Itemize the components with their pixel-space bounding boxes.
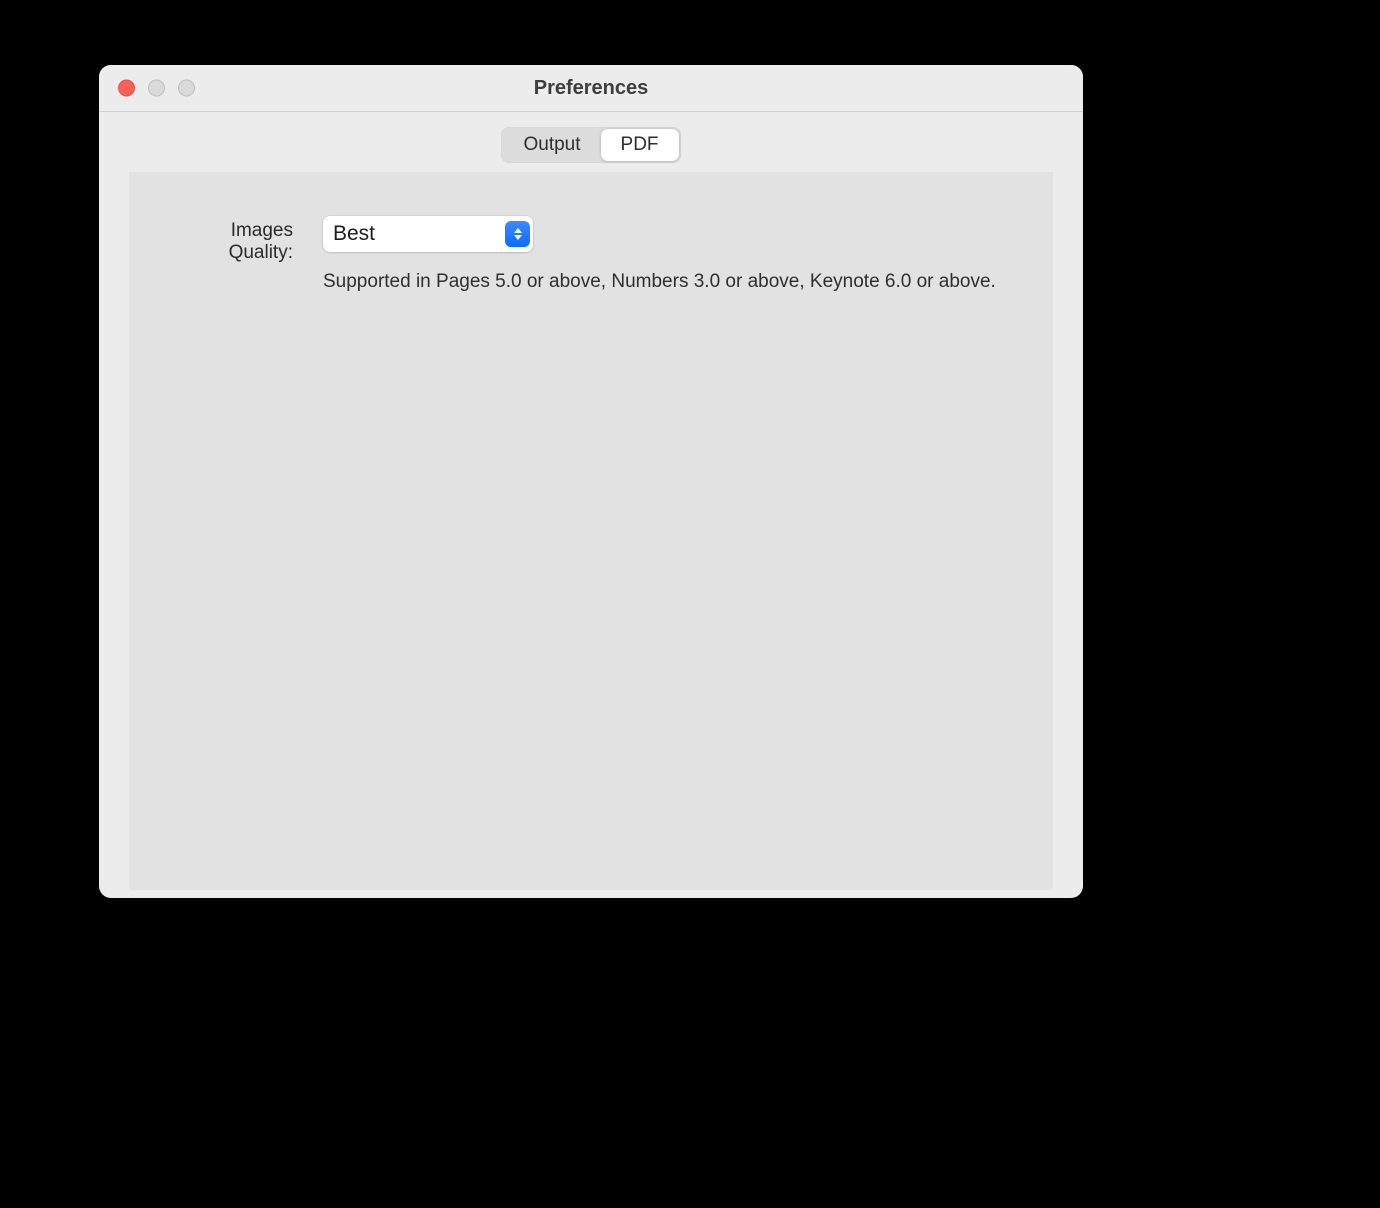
maximize-icon (178, 80, 195, 97)
tab-output[interactable]: Output (503, 129, 600, 161)
tab-pdf[interactable]: PDF (601, 129, 679, 161)
chevron-up-down-icon (505, 221, 530, 247)
tab-pdf-label: PDF (621, 134, 659, 156)
window-controls (118, 80, 195, 97)
window-title: Preferences (534, 77, 649, 100)
titlebar: Preferences (99, 65, 1083, 112)
tab-output-label: Output (523, 134, 580, 156)
minimize-icon (148, 80, 165, 97)
images-quality-hint: Supported in Pages 5.0 or above, Numbers… (323, 268, 1027, 297)
toolbar: Output PDF (99, 112, 1083, 172)
images-quality-label: Images Quality: (229, 220, 293, 263)
images-quality-value: Best (323, 222, 375, 246)
close-icon[interactable] (118, 80, 135, 97)
images-quality-label-cell: Images Quality: (163, 216, 323, 264)
content-panel: Images Quality: Best Supported in Pages … (129, 172, 1053, 890)
preferences-window: Preferences Output PDF Images Quality: B… (99, 65, 1083, 898)
images-quality-field-cell: Best Supported in Pages 5.0 or above, Nu… (323, 216, 1027, 297)
tab-segmented-control: Output PDF (501, 127, 680, 163)
images-quality-row: Images Quality: Best Supported in Pages … (163, 216, 1027, 297)
images-quality-popup[interactable]: Best (323, 216, 533, 252)
